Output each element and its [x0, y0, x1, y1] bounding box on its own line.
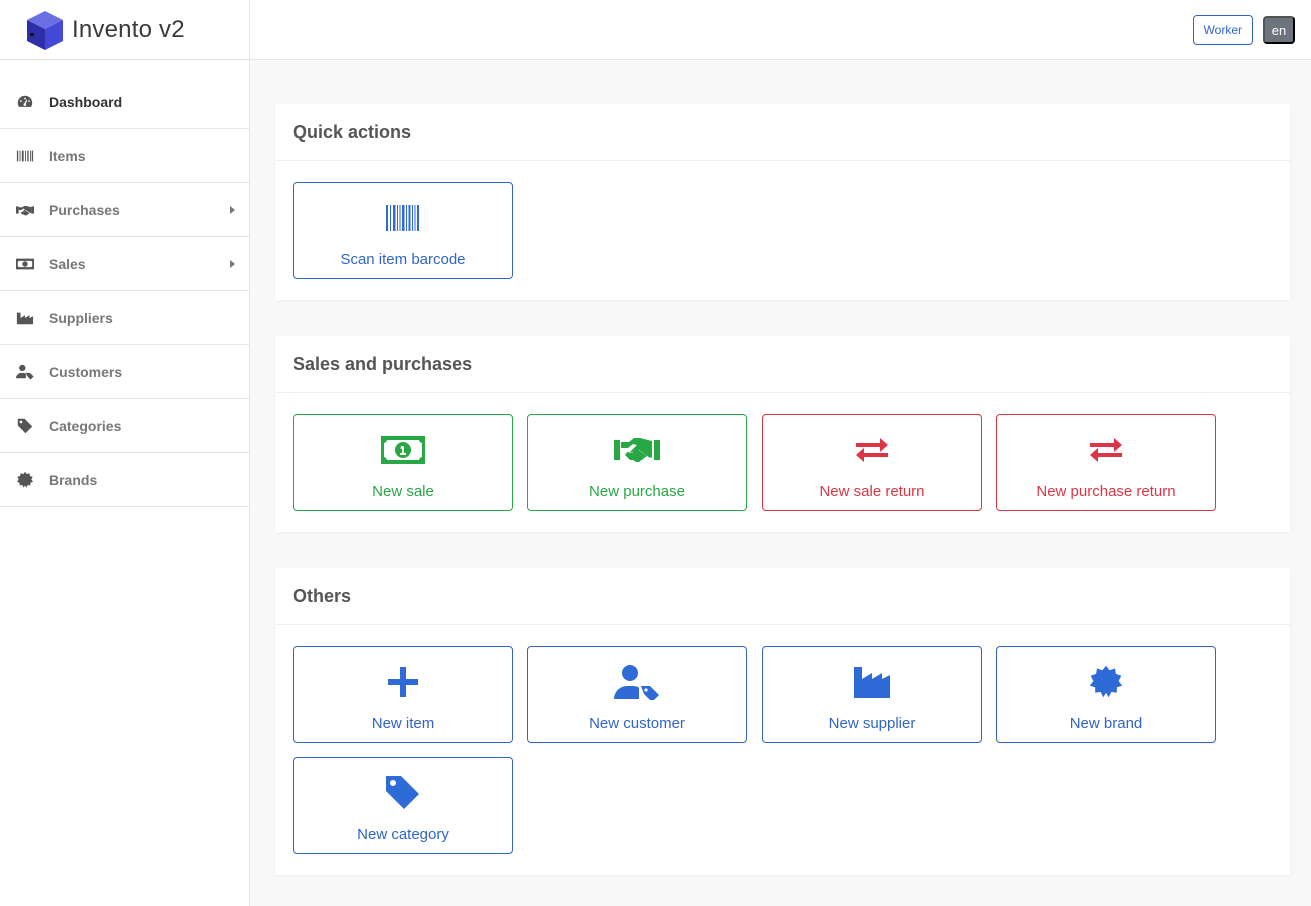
new-sale-button[interactable]: New sale	[293, 414, 513, 511]
tile-label: New category	[357, 826, 449, 843]
gauge-icon	[16, 93, 34, 111]
tag-icon	[385, 775, 421, 811]
scan-barcode-button[interactable]: Scan item barcode	[293, 182, 513, 279]
sidebar-item-items[interactable]: Items	[0, 129, 249, 183]
sidebar-item-label: Categories	[49, 417, 122, 434]
tile-label: New brand	[1069, 715, 1143, 732]
new-supplier-button[interactable]: New supplier	[762, 646, 982, 743]
sidebar-item-customers[interactable]: Customers	[0, 345, 249, 399]
tag-icon	[16, 417, 34, 435]
sidebar-item-label: Brands	[49, 471, 98, 488]
user-tag-icon	[16, 363, 34, 381]
tile-label: New item	[371, 715, 435, 732]
exchange-icon	[854, 432, 890, 468]
money-bill-icon	[16, 255, 34, 273]
new-purchase-button[interactable]: New purchase	[527, 414, 747, 511]
caret-right-icon	[230, 259, 235, 268]
money-bill-icon	[381, 432, 425, 468]
sidebar-item-label: Items	[49, 147, 86, 164]
new-brand-button[interactable]: New brand	[996, 646, 1216, 743]
handshake-icon	[614, 432, 660, 468]
new-purchase-return-button[interactable]: New purchase return	[996, 414, 1216, 511]
sidebar-nav: Dashboard Items Purchases Sales Supplier…	[0, 60, 249, 507]
others-card: Others New item New customer New supplie…	[275, 568, 1290, 875]
sidebar: Invento v2 Dashboard Items Purchases Sal…	[0, 0, 250, 906]
sidebar-item-suppliers[interactable]: Suppliers	[0, 291, 249, 345]
tile-label: New supplier	[828, 715, 916, 732]
certificate-icon	[16, 471, 34, 489]
sidebar-item-label: Suppliers	[49, 309, 113, 326]
sidebar-item-label: Customers	[49, 363, 123, 380]
tile-label: New purchase	[589, 483, 685, 500]
new-sale-return-button[interactable]: New sale return	[762, 414, 982, 511]
new-customer-button[interactable]: New customer	[527, 646, 747, 743]
tile-label: New sale	[372, 483, 434, 500]
barcode-icon	[385, 200, 421, 236]
industry-icon	[854, 664, 890, 700]
card-title: Others	[275, 568, 1290, 625]
exchange-icon	[1088, 432, 1124, 468]
certificate-icon	[1088, 664, 1124, 700]
tile-label: Scan item barcode	[340, 251, 466, 268]
sidebar-item-brands[interactable]: Brands	[0, 453, 249, 507]
barcode-icon	[16, 147, 34, 165]
topbar: Worker en	[250, 0, 1311, 60]
sidebar-item-label: Sales	[49, 255, 86, 272]
tile-label: New sale return	[819, 483, 925, 500]
card-title: Quick actions	[275, 104, 1290, 161]
handshake-icon	[16, 201, 34, 219]
tile-label: New customer	[589, 715, 685, 732]
new-category-button[interactable]: New category	[293, 757, 513, 854]
sidebar-item-categories[interactable]: Categories	[0, 399, 249, 453]
app-name: Invento v2	[72, 15, 185, 43]
sidebar-item-label: Dashboard	[49, 93, 123, 110]
language-button[interactable]: en	[1263, 16, 1295, 44]
card-title: Sales and purchases	[275, 336, 1290, 393]
user-tag-icon	[614, 664, 660, 700]
quick-actions-card: Quick actions Scan item barcode	[275, 104, 1290, 300]
sales-purchases-card: Sales and purchases New sale New purchas…	[275, 336, 1290, 532]
plus-icon	[387, 664, 419, 700]
industry-icon	[16, 309, 34, 327]
brand[interactable]: Invento v2	[0, 0, 249, 60]
new-item-button[interactable]: New item	[293, 646, 513, 743]
caret-right-icon	[230, 205, 235, 214]
sidebar-item-dashboard[interactable]: Dashboard	[0, 60, 249, 129]
sidebar-item-purchases[interactable]: Purchases	[0, 183, 249, 237]
cube-logo-icon	[27, 10, 63, 50]
sidebar-item-sales[interactable]: Sales	[0, 237, 249, 291]
sidebar-item-label: Purchases	[49, 201, 120, 218]
role-button[interactable]: Worker	[1192, 15, 1253, 45]
tile-label: New purchase return	[1036, 483, 1176, 500]
